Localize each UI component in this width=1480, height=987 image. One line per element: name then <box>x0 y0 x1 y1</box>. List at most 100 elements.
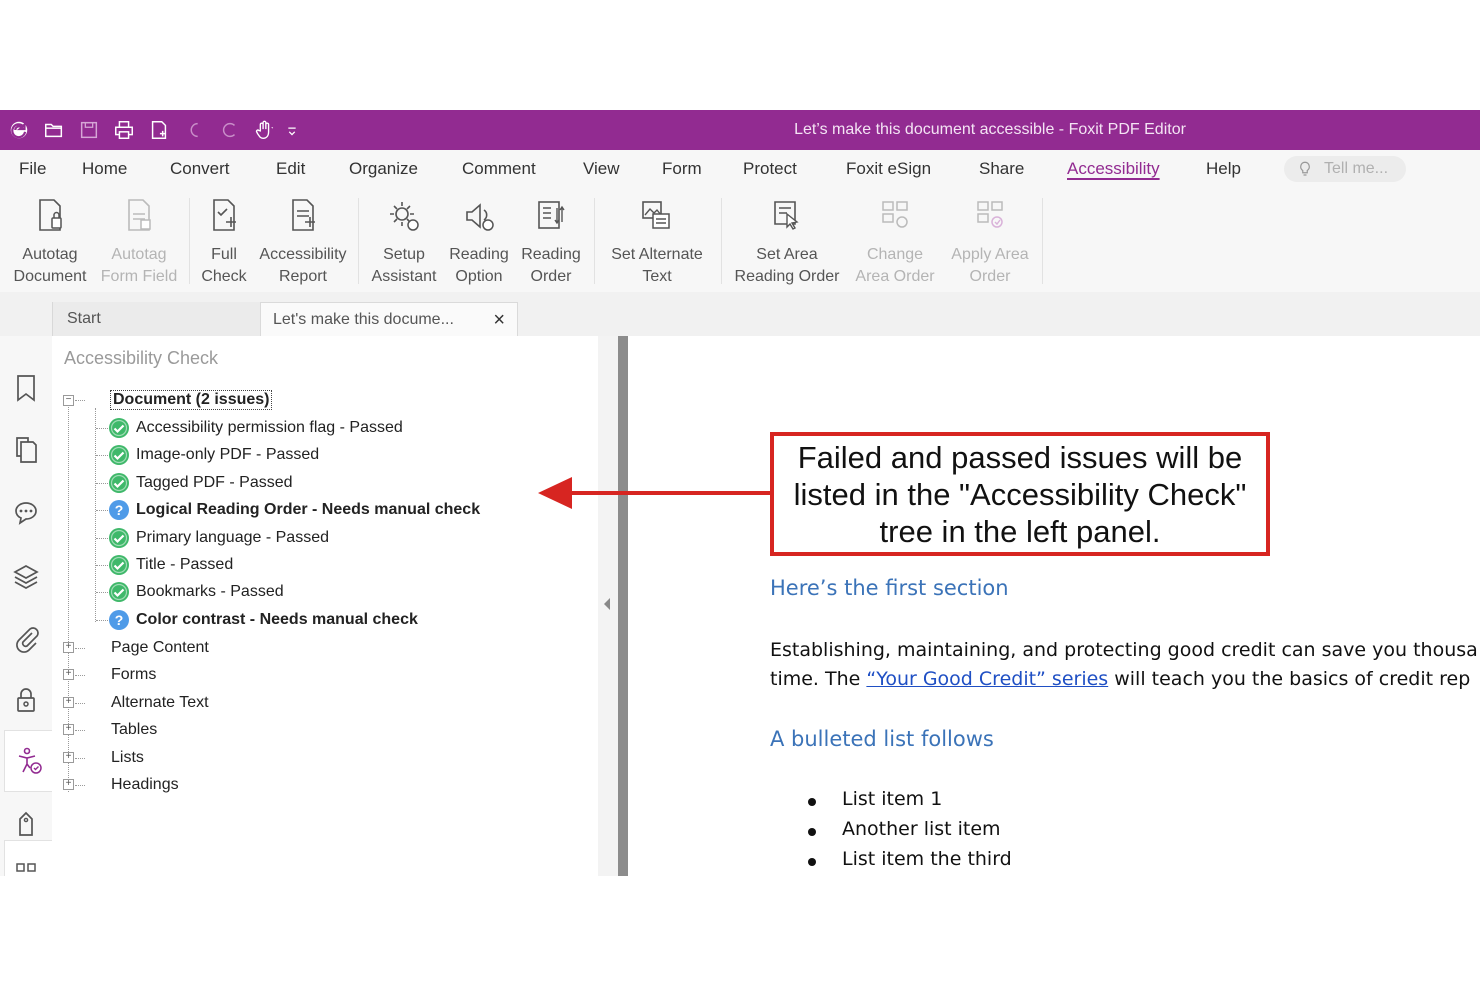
your-good-credit-link[interactable]: “Your Good Credit” series <box>866 668 1108 690</box>
svg-text:?: ? <box>115 502 124 518</box>
expand-toggle[interactable]: + <box>63 779 74 790</box>
tree-category[interactable]: Page Content <box>111 636 209 660</box>
document-view[interactable]: Failed and passed issues will be listed … <box>628 336 1480 876</box>
check-item[interactable]: Tagged PDF - Passed <box>108 471 293 495</box>
menu-accessibility[interactable]: Accessibility <box>1067 159 1160 179</box>
menu-edit[interactable]: Edit <box>276 159 305 179</box>
reading-option-button[interactable]: Reading Option <box>445 192 513 288</box>
menu-view[interactable]: View <box>583 159 620 179</box>
tree-line <box>75 675 85 677</box>
manual-check-icon: ? <box>108 499 130 521</box>
passed-check-icon <box>108 527 130 549</box>
tree-category[interactable]: Tables <box>111 718 157 742</box>
ribbon-separator <box>189 198 190 284</box>
comments-icon[interactable] <box>0 492 52 532</box>
menu-form[interactable]: Form <box>662 159 702 179</box>
expand-toggle[interactable]: + <box>63 669 74 681</box>
menu-convert[interactable]: Convert <box>170 159 230 179</box>
attachments-icon[interactable] <box>0 618 52 658</box>
tree-category[interactable]: Lists <box>111 746 144 770</box>
check-item-label: Bookmarks - Passed <box>136 583 284 601</box>
autotag-document-button[interactable]: Autotag Document <box>10 192 90 288</box>
tell-me-input[interactable] <box>1322 159 1406 179</box>
menu-help[interactable]: Help <box>1206 159 1241 179</box>
check-item-label: Tagged PDF - Passed <box>136 473 293 491</box>
more-panels-icon[interactable] <box>0 862 52 876</box>
expand-toggle[interactable]: + <box>63 751 74 763</box>
tree-category[interactable]: Headings <box>111 773 179 797</box>
tags-icon[interactable] <box>0 804 52 844</box>
undo-icon[interactable] <box>181 117 207 143</box>
menu-share[interactable]: Share <box>979 159 1024 179</box>
tree-line <box>96 482 108 484</box>
tree-line <box>96 510 108 512</box>
reading-order-label: Reading Order <box>521 246 581 285</box>
check-item-label: Primary language - Passed <box>136 528 329 546</box>
autotag-form-field-button[interactable]: Autotag Form Field <box>99 192 179 288</box>
hand-tool-icon[interactable] <box>251 117 277 143</box>
print-icon[interactable] <box>111 117 137 143</box>
check-item[interactable]: Image-only PDF - Passed <box>108 443 319 467</box>
check-item[interactable]: Bookmarks - Passed <box>108 580 284 604</box>
accessibility-report-button[interactable]: Accessibility Report <box>256 192 350 288</box>
check-item-label: Accessibility permission flag - Passed <box>136 419 403 436</box>
foxit-logo-icon[interactable] <box>6 117 32 143</box>
accessibility-panel-button[interactable] <box>4 730 52 792</box>
tree-category[interactable]: Forms <box>111 663 156 687</box>
redo-icon[interactable] <box>216 117 242 143</box>
full-check-button[interactable]: Full Check <box>196 192 252 288</box>
save-icon[interactable] <box>76 117 102 143</box>
apply-area-order-label: Apply Area Order <box>951 246 1029 285</box>
tab-start-label: Start <box>67 310 101 327</box>
pages-icon[interactable] <box>0 430 52 470</box>
menu-foxit-esign[interactable]: Foxit eSign <box>846 159 931 179</box>
tell-me-search[interactable] <box>1284 156 1406 182</box>
ribbon-separator <box>358 198 359 284</box>
set-area-reading-order-button[interactable]: Set Area Reading Order <box>730 192 844 288</box>
tree-line <box>75 702 85 704</box>
check-item[interactable]: ? Logical Reading Order - Needs manual ch… <box>108 498 480 522</box>
set-area-reading-order-icon <box>774 201 799 230</box>
menu-file[interactable]: File <box>19 159 46 179</box>
tree-root-document[interactable]: Document (2 issues) <box>110 388 273 412</box>
close-icon[interactable]: × <box>493 309 505 332</box>
tab-start[interactable]: Start <box>52 302 262 336</box>
document-tab-strip: Start Let's make this docume... × <box>0 292 1480 337</box>
change-area-order-button[interactable]: Change Area Order <box>850 192 940 288</box>
menu-comment[interactable]: Comment <box>462 159 536 179</box>
expand-toggle[interactable]: + <box>63 696 74 708</box>
bookmark-icon[interactable] <box>0 368 52 408</box>
collapse-toggle[interactable]: − <box>63 395 74 406</box>
collapse-panel-arrow-icon[interactable] <box>604 598 610 610</box>
tree-category[interactable]: Alternate Text <box>111 691 209 715</box>
splitter-bar[interactable] <box>618 336 628 876</box>
menu-home[interactable]: Home <box>82 159 127 179</box>
check-item[interactable]: Accessibility permission flag - Passed <box>108 416 403 440</box>
set-alternate-text-button[interactable]: Set Alternate Text <box>601 192 713 288</box>
setup-assistant-button[interactable]: Setup Assistant <box>367 192 441 288</box>
tree-line <box>95 408 96 622</box>
tab-document[interactable]: Let's make this docume... × <box>260 302 518 336</box>
paragraph-text: will teach you the basics of credit rep <box>1108 668 1471 690</box>
check-item[interactable]: Primary language - Passed <box>108 526 329 550</box>
passed-check-icon <box>108 581 130 603</box>
security-icon[interactable] <box>0 680 52 720</box>
apply-area-order-button[interactable]: Apply Area Order <box>946 192 1034 288</box>
customize-qat-icon[interactable] <box>286 117 298 143</box>
tree-line <box>96 565 108 566</box>
layers-icon[interactable] <box>0 556 52 596</box>
new-document-icon[interactable] <box>146 117 172 143</box>
check-item[interactable]: Title - Passed <box>108 553 233 577</box>
reading-order-button[interactable]: Reading Order <box>517 192 585 288</box>
expand-toggle[interactable]: + <box>63 724 74 736</box>
panel-splitter[interactable] <box>598 336 628 876</box>
set-area-reading-order-label: Set Area Reading Order <box>734 246 840 285</box>
menu-protect[interactable]: Protect <box>743 159 797 179</box>
accessibility-check-panel: Accessibility Check − Document (2 issues… <box>52 336 598 876</box>
menu-organize[interactable]: Organize <box>349 159 418 179</box>
expand-toggle[interactable]: + <box>63 642 74 653</box>
check-item-label: Logical Reading Order - Needs manual che… <box>136 501 481 519</box>
open-folder-icon[interactable] <box>41 117 67 143</box>
check-item[interactable]: ? Color contrast - Needs manual check <box>108 608 418 632</box>
tree-line <box>96 619 108 621</box>
